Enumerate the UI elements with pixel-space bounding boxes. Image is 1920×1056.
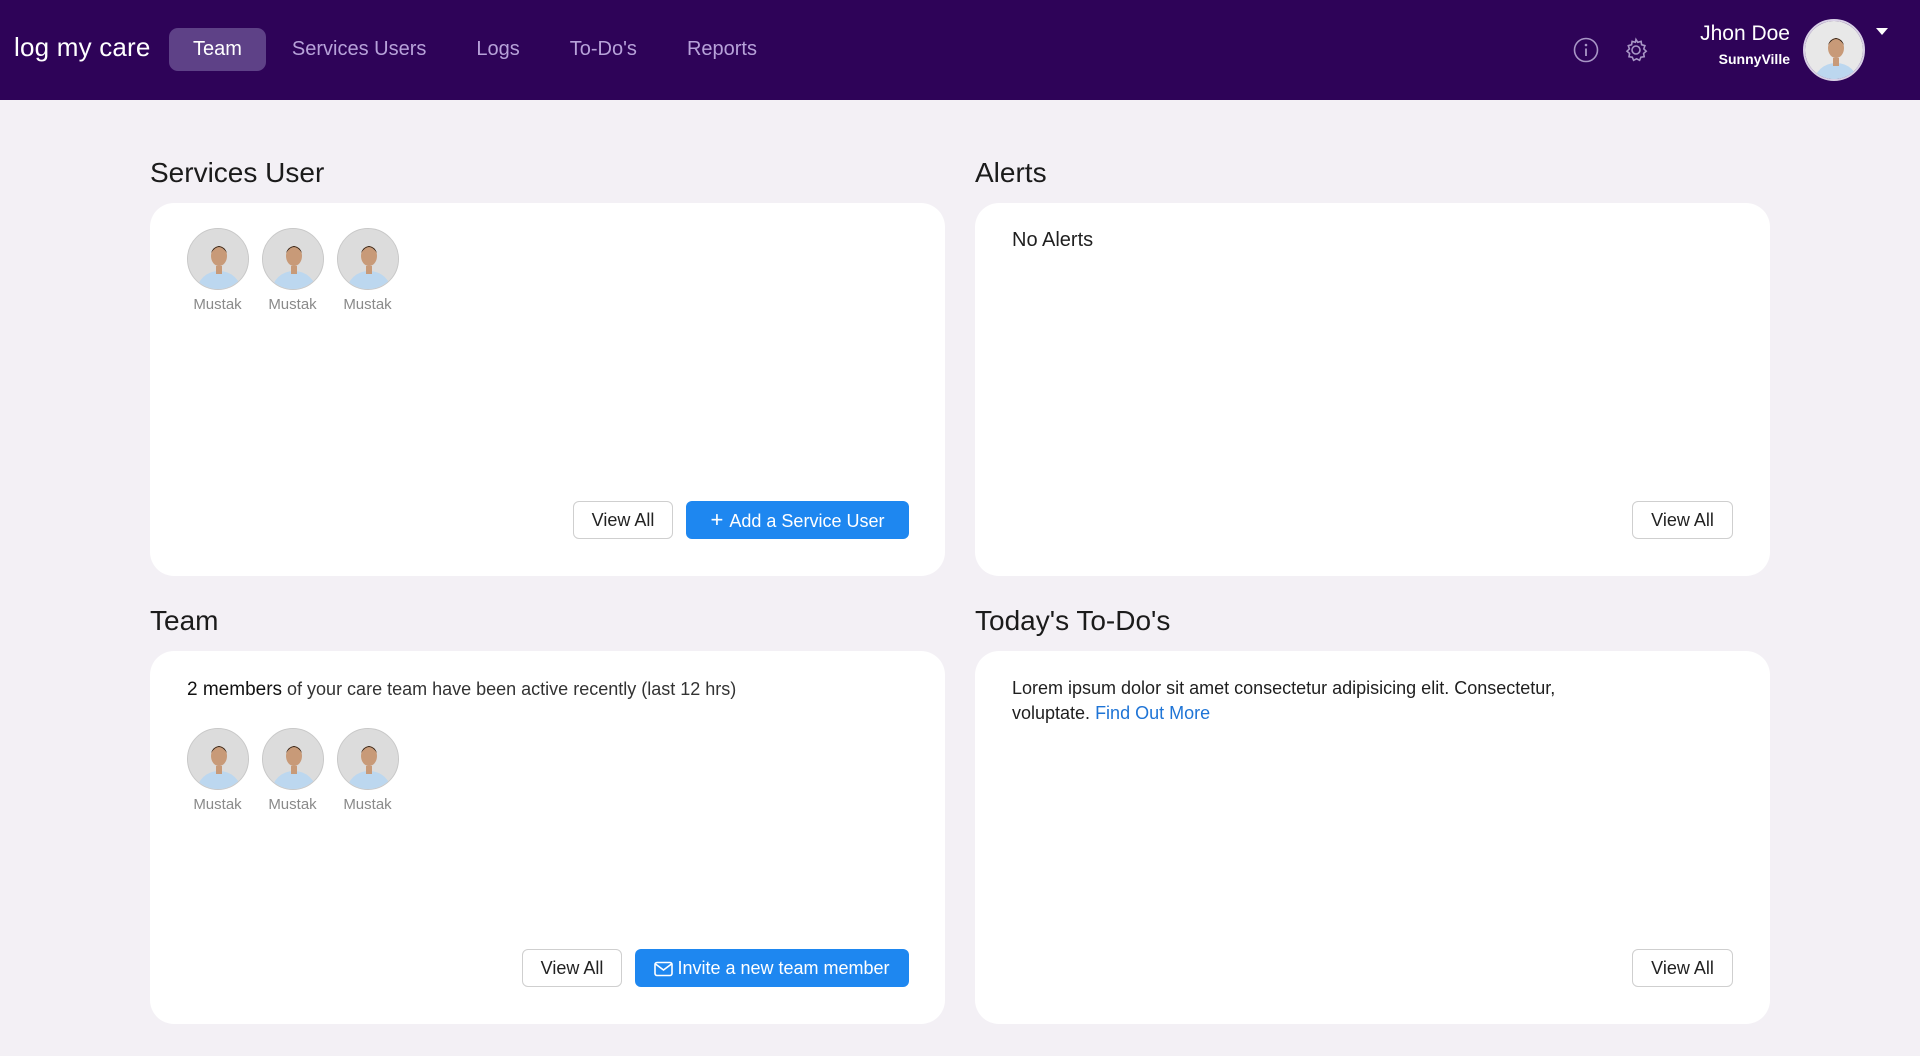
team-activity-text: of your care team have been active recen…: [282, 679, 737, 699]
team-view-all-button[interactable]: View All: [522, 949, 622, 987]
envelope-icon: [654, 952, 674, 990]
invite-team-member-button[interactable]: Invite a new team member: [635, 949, 909, 987]
services-user-view-all-button[interactable]: View All: [573, 501, 673, 539]
todos-view-all-button[interactable]: View All: [1632, 949, 1733, 987]
avatar: [186, 228, 249, 290]
todos-description: Lorem ipsum dolor sit amet consectetur a…: [1012, 676, 1612, 726]
team-avatars: Mustak Mustak Mustak: [180, 728, 405, 813]
add-service-user-button[interactable]: + Add a Service User: [686, 501, 909, 539]
member-name: Mustak: [268, 296, 317, 313]
list-item[interactable]: Mustak: [330, 728, 405, 813]
find-out-more-link[interactable]: Find Out More: [1095, 703, 1210, 723]
user-name: Jhon Doe: [1700, 22, 1790, 45]
todos-title: Today's To-Do's: [975, 605, 1171, 636]
nav-item-todos[interactable]: To-Do's: [546, 28, 661, 71]
plus-icon: +: [710, 507, 724, 532]
gear-icon[interactable]: [1623, 37, 1649, 63]
alerts-view-all-button[interactable]: View All: [1632, 501, 1733, 539]
nav-item-team[interactable]: Team: [169, 28, 266, 71]
user-organization: SunnyVille: [1718, 51, 1790, 67]
user-info[interactable]: Jhon Doe SunnyVille: [1700, 21, 1790, 69]
member-name: Mustak: [193, 296, 242, 313]
alerts-title: Alerts: [975, 157, 1047, 188]
no-alerts-text: No Alerts: [1012, 229, 1094, 251]
todos-text: Lorem ipsum dolor sit amet consectetur a…: [1012, 678, 1556, 723]
member-name: Mustak: [343, 296, 392, 313]
nav-item-logs[interactable]: Logs: [452, 28, 543, 71]
member-name: Mustak: [193, 796, 242, 813]
todos-card: Lorem ipsum dolor sit amet consectetur a…: [975, 651, 1770, 1024]
avatar: [261, 228, 324, 290]
member-name: Mustak: [343, 796, 392, 813]
team-active-count: 2 members: [187, 679, 283, 700]
avatar: [186, 728, 249, 790]
list-item[interactable]: Mustak: [180, 228, 255, 313]
team-title: Team: [150, 605, 219, 636]
member-name: Mustak: [268, 796, 317, 813]
team-card: 2 members of your care team have been ac…: [150, 651, 945, 1024]
avatar: [336, 728, 399, 790]
services-user-title: Services User: [150, 157, 325, 188]
nav-item-services-users[interactable]: Services Users: [268, 28, 450, 71]
list-item[interactable]: Mustak: [255, 228, 330, 313]
team-activity-status: 2 members of your care team have been ac…: [187, 679, 736, 701]
avatar[interactable]: [1803, 19, 1865, 81]
invite-team-member-label: Invite a new team member: [677, 958, 890, 978]
avatar: [336, 228, 399, 290]
alerts-card: No Alerts View All: [975, 203, 1770, 576]
chevron-down-icon[interactable]: [1876, 28, 1888, 35]
info-icon[interactable]: [1573, 37, 1599, 63]
top-navbar: log my care Team Services Users Logs To-…: [0, 0, 1920, 100]
nav-item-reports[interactable]: Reports: [663, 28, 781, 71]
list-item[interactable]: Mustak: [330, 228, 405, 313]
main-nav: Team Services Users Logs To-Do's Reports: [169, 28, 783, 71]
add-service-user-label: Add a Service User: [729, 511, 885, 531]
services-user-avatars: Mustak Mustak Mustak: [180, 228, 405, 313]
avatar: [261, 728, 324, 790]
list-item[interactable]: Mustak: [255, 728, 330, 813]
services-user-card: Mustak Mustak Mustak View All + Add a Ser…: [150, 203, 945, 576]
brand-logo[interactable]: log my care: [14, 32, 151, 63]
list-item[interactable]: Mustak: [180, 728, 255, 813]
